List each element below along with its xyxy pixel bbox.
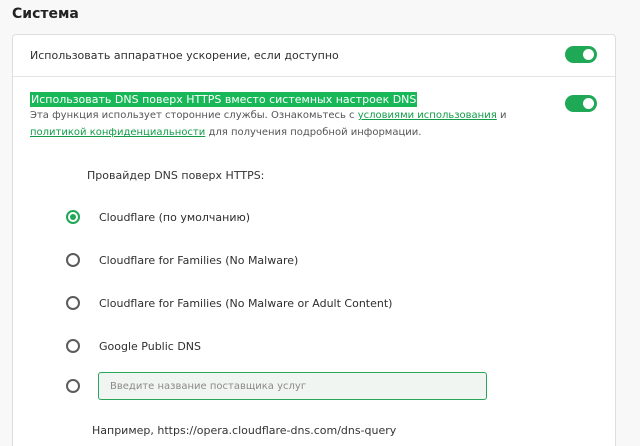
- hardware-acceleration-label: Использовать аппаратное ускорение, если …: [30, 49, 339, 62]
- toggle-knob: [583, 98, 594, 109]
- dns-description-text: Эта функция использует сторонние службы.…: [30, 110, 355, 121]
- provider-option-custom[interactable]: [66, 376, 80, 396]
- provider-option-label: Cloudflare (по умолчанию): [99, 210, 251, 224]
- toggle-knob: [583, 49, 594, 60]
- dns-description-line-2: политикой конфиденциальности для получен…: [30, 127, 421, 138]
- dns-description-text-end: для получения подробной информации.: [208, 127, 422, 138]
- system-settings-card: Использовать аппаратное ускорение, если …: [12, 34, 616, 446]
- radio-button[interactable]: [66, 379, 80, 393]
- hardware-acceleration-toggle[interactable]: [565, 46, 597, 63]
- dns-over-https-toggle[interactable]: [565, 95, 597, 112]
- provider-option-cloudflare[interactable]: Cloudflare (по умолчанию): [66, 207, 250, 227]
- provider-option-cloudflare-families-no-malware[interactable]: Cloudflare for Families (No Malware): [66, 250, 298, 270]
- dns-description-line-1: Эта функция использует сторонние службы.…: [30, 110, 506, 121]
- custom-provider-input[interactable]: [98, 372, 487, 400]
- provider-option-google-public-dns[interactable]: Google Public DNS: [66, 336, 201, 356]
- provider-option-cloudflare-families-adult[interactable]: Cloudflare for Families (No Malware or A…: [66, 293, 392, 313]
- dns-description-and: и: [499, 110, 507, 121]
- dns-example-text: Например, https://opera.cloudflare-dns.c…: [92, 424, 397, 437]
- dns-provider-title: Провайдер DNS поверх HTTPS:: [87, 169, 265, 182]
- provider-option-label: Google Public DNS: [99, 339, 202, 353]
- settings-page: Система Использовать аппаратное ускорени…: [0, 0, 640, 446]
- radio-button[interactable]: [66, 296, 80, 310]
- radio-button-checked[interactable]: [66, 210, 80, 224]
- row-divider: [13, 76, 615, 77]
- dns-over-https-label: Использовать DNS поверх HTTPS вместо сис…: [30, 92, 418, 107]
- radio-button[interactable]: [66, 253, 80, 267]
- provider-option-label: Cloudflare for Families (No Malware or A…: [99, 296, 393, 310]
- privacy-policy-link[interactable]: политикой конфиденциальности: [30, 127, 205, 138]
- terms-of-use-link[interactable]: условиями использования: [358, 110, 497, 121]
- provider-option-label: Cloudflare for Families (No Malware): [99, 253, 299, 267]
- radio-button[interactable]: [66, 339, 80, 353]
- section-title: Система: [12, 6, 79, 22]
